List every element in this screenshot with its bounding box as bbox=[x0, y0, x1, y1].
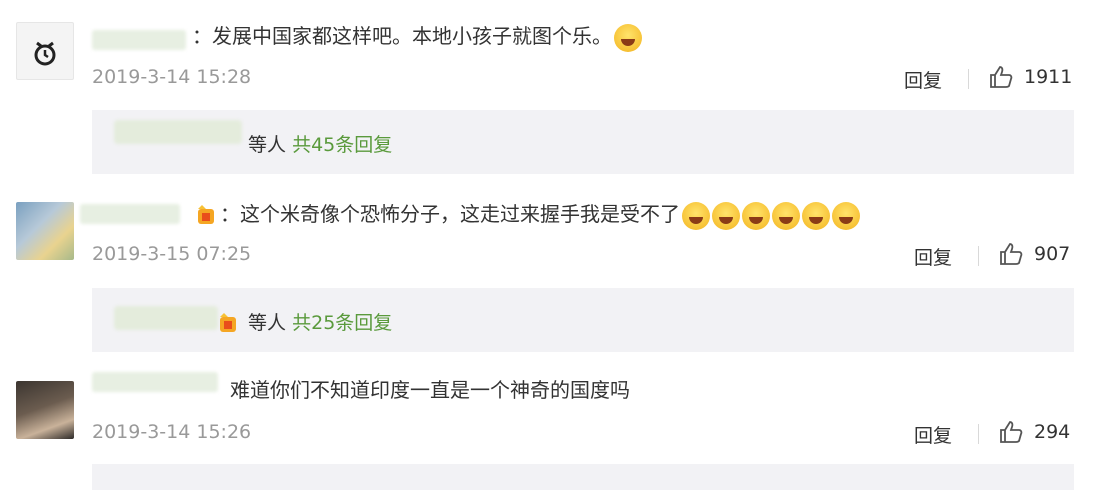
sub-replies-panel: 等人 共25条回复 bbox=[92, 288, 1074, 352]
comment-time: 2019-3-14 15:26 bbox=[92, 421, 252, 443]
comment-text: ：发展中国家都这样吧。本地小孩子就图个乐。 bbox=[192, 22, 642, 52]
vip-badge-icon bbox=[196, 204, 218, 227]
laugh-emoji-icon bbox=[772, 201, 800, 230]
thumbs-up-icon[interactable] bbox=[998, 419, 1024, 445]
sub-reply-username-blurred[interactable] bbox=[114, 120, 242, 144]
comment-time: 2019-3-14 15:28 bbox=[92, 66, 252, 88]
user-avatar[interactable] bbox=[16, 381, 74, 439]
sub-reply-username-blurred[interactable] bbox=[114, 306, 218, 330]
laugh-cry-emoji-icon bbox=[712, 201, 740, 230]
reply-button[interactable]: 回复 bbox=[914, 421, 952, 448]
clock-avatar-icon bbox=[34, 41, 56, 66]
user-avatar[interactable] bbox=[16, 22, 74, 80]
sub-reply-summary: 等人 共25条回复 bbox=[218, 308, 392, 335]
view-replies-link[interactable]: 共45条回复 bbox=[292, 134, 392, 156]
divider bbox=[968, 69, 969, 89]
reply-button[interactable]: 回复 bbox=[904, 66, 942, 93]
laugh-cry-emoji-icon bbox=[682, 201, 710, 230]
like-count: 907 bbox=[1034, 243, 1071, 265]
comment-time: 2019-3-15 07:25 bbox=[92, 243, 252, 265]
username-blurred[interactable] bbox=[80, 204, 180, 224]
sub-replies-panel-cutoff bbox=[92, 464, 1074, 490]
comment-text: 难道你们不知道印度一直是一个神奇的国度吗 bbox=[230, 378, 630, 402]
view-replies-link[interactable]: 共25条回复 bbox=[292, 312, 392, 334]
laugh-emoji-icon bbox=[742, 201, 770, 230]
user-avatar[interactable] bbox=[16, 202, 74, 260]
username-blurred[interactable] bbox=[92, 372, 218, 392]
divider bbox=[978, 424, 979, 444]
reply-button[interactable]: 回复 bbox=[914, 243, 952, 270]
laugh-emoji-icon bbox=[802, 201, 830, 230]
thumbs-up-icon[interactable] bbox=[988, 64, 1014, 90]
comment-text: ：这个米奇像个恐怖分子，这走过来握手我是受不了 bbox=[196, 200, 860, 230]
divider bbox=[978, 246, 979, 266]
sub-replies-panel: 等人 共45条回复 bbox=[92, 110, 1074, 174]
thumbs-up-icon[interactable] bbox=[998, 241, 1024, 267]
like-count: 294 bbox=[1034, 421, 1071, 443]
laugh-emoji-icon bbox=[832, 201, 860, 230]
username-blurred[interactable] bbox=[92, 30, 186, 50]
like-count: 1911 bbox=[1024, 66, 1073, 88]
laugh-cry-emoji-icon bbox=[614, 23, 642, 52]
sub-reply-summary: 等人 共45条回复 bbox=[248, 134, 393, 156]
vip-badge-icon bbox=[218, 312, 240, 335]
